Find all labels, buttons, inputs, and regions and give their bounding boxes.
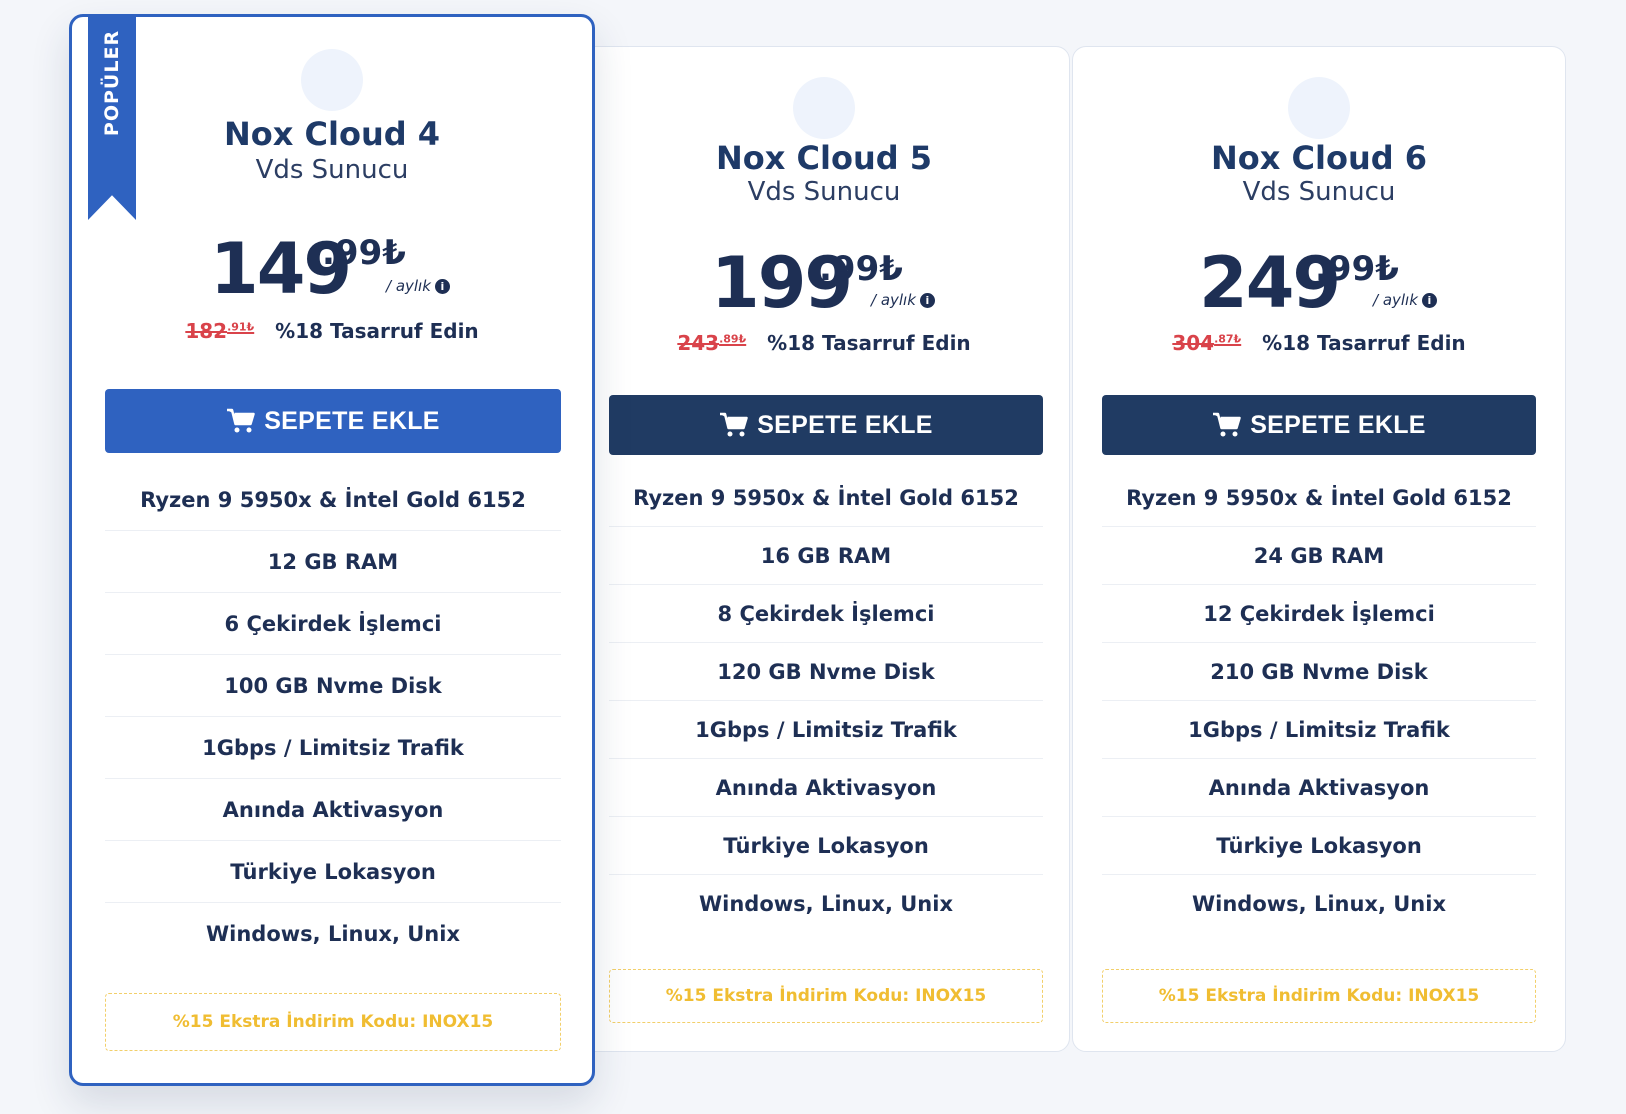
add-to-cart-label: SEPETE EKLE: [757, 410, 933, 439]
billing-period: / aylık i: [1373, 291, 1437, 309]
promo-code-box: %15 Ekstra İndirim Kodu: INOX15: [609, 969, 1043, 1023]
price-cents: .99₺: [819, 249, 903, 289]
billing-period: / aylık i: [386, 277, 450, 295]
info-icon[interactable]: i: [919, 292, 935, 308]
feature-item: 6 Çekirdek İşlemci: [105, 593, 561, 655]
feature-item: Türkiye Lokasyon: [1102, 817, 1536, 875]
feature-item: 24 GB RAM: [1102, 527, 1536, 585]
period-label: / aylık: [1373, 291, 1418, 309]
feature-list: Ryzen 9 5950x & İntel Gold 6152 24 GB RA…: [1102, 469, 1536, 933]
feature-item: Ryzen 9 5950x & İntel Gold 6152: [1102, 469, 1536, 527]
savings-text: %18 Tasarruf Edin: [275, 319, 479, 343]
feature-item: Anında Aktivasyon: [609, 759, 1043, 817]
plan-icon: [793, 77, 855, 139]
plan-name: Nox Cloud 5: [715, 139, 933, 177]
plan-name: Nox Cloud 4: [223, 115, 441, 153]
plan-card-nox-cloud-6: Nox Cloud 6 Vds Sunucu 249 .99₺ / aylık …: [1072, 46, 1566, 1052]
feature-item: Ryzen 9 5950x & İntel Gold 6152: [609, 469, 1043, 527]
period-label: / aylık: [386, 277, 431, 295]
promo-code-box: %15 Ekstra İndirim Kodu: INOX15: [1102, 969, 1536, 1023]
feature-item: 8 Çekirdek İşlemci: [609, 585, 1043, 643]
feature-item: 16 GB RAM: [609, 527, 1043, 585]
shopping-cart-icon: [720, 412, 748, 437]
price: 199 .99₺ / aylık i: [579, 243, 1069, 323]
feature-item: Ryzen 9 5950x & İntel Gold 6152: [105, 469, 561, 531]
plan-subtitle: Vds Sunucu: [255, 155, 409, 185]
feature-item: 12 GB RAM: [105, 531, 561, 593]
billing-period: / aylık i: [871, 291, 935, 309]
feature-list: Ryzen 9 5950x & İntel Gold 6152 12 GB RA…: [105, 469, 561, 965]
feature-item: 210 GB Nvme Disk: [1102, 643, 1536, 701]
feature-item: Anında Aktivasyon: [1102, 759, 1536, 817]
add-to-cart-label: SEPETE EKLE: [1250, 410, 1426, 439]
old-price: 304.87₺: [1172, 331, 1242, 355]
feature-item: Türkiye Lokasyon: [105, 841, 561, 903]
feature-item: Anında Aktivasyon: [105, 779, 561, 841]
plan-icon: [1288, 77, 1350, 139]
plan-subtitle: Vds Sunucu: [747, 177, 901, 207]
add-to-cart-button[interactable]: SEPETE EKLE: [1102, 395, 1536, 455]
feature-item: Türkiye Lokasyon: [609, 817, 1043, 875]
savings-line: 243.89₺ %18 Tasarruf Edin: [579, 331, 1069, 355]
feature-item: 12 Çekirdek İşlemci: [1102, 585, 1536, 643]
add-to-cart-label: SEPETE EKLE: [264, 406, 440, 435]
feature-item: Windows, Linux, Unix: [1191, 892, 1447, 916]
info-icon[interactable]: i: [434, 278, 450, 294]
promo-code-box: %15 Ekstra İndirim Kodu: INOX15: [105, 993, 561, 1051]
info-icon[interactable]: i: [1421, 292, 1437, 308]
savings-text: %18 Tasarruf Edin: [767, 331, 971, 355]
feature-item: 1Gbps / Limitsiz Trafik: [609, 701, 1043, 759]
feature-list: Ryzen 9 5950x & İntel Gold 6152 16 GB RA…: [609, 469, 1043, 933]
add-to-cart-button[interactable]: SEPETE EKLE: [609, 395, 1043, 455]
plan-icon: [301, 49, 363, 111]
shopping-cart-icon: [227, 408, 255, 433]
price-cents: .99₺: [1315, 249, 1399, 289]
period-label: / aylık: [871, 291, 916, 309]
feature-item: Windows, Linux, Unix: [205, 922, 461, 946]
savings-line: 304.87₺ %18 Tasarruf Edin: [1073, 331, 1565, 355]
price: 249 .99₺ / aylık i: [1073, 243, 1565, 323]
shopping-cart-icon: [1213, 412, 1241, 437]
feature-item: 100 GB Nvme Disk: [105, 655, 561, 717]
plan-subtitle: Vds Sunucu: [1242, 177, 1396, 207]
feature-item: 1Gbps / Limitsiz Trafik: [1102, 701, 1536, 759]
savings-text: %18 Tasarruf Edin: [1262, 331, 1466, 355]
pricing-section: Nox Cloud 5 Vds Sunucu 199 .99₺ / aylık …: [0, 0, 1626, 1114]
feature-item: Windows, Linux, Unix: [698, 892, 954, 916]
feature-item: 1Gbps / Limitsiz Trafik: [105, 717, 561, 779]
savings-line: 182.91₺ %18 Tasarruf Edin: [72, 319, 592, 343]
price: 149 .99₺ / aylık i: [72, 229, 592, 309]
plan-name: Nox Cloud 6: [1210, 139, 1428, 177]
add-to-cart-button[interactable]: SEPETE EKLE: [105, 389, 561, 453]
price-cents: .99₺: [322, 233, 406, 273]
feature-item: 120 GB Nvme Disk: [609, 643, 1043, 701]
old-price: 243.89₺: [677, 331, 747, 355]
plan-card-nox-cloud-5: Nox Cloud 5 Vds Sunucu 199 .99₺ / aylık …: [578, 46, 1070, 1052]
old-price: 182.91₺: [185, 319, 255, 343]
plan-card-nox-cloud-4: POPÜLER Nox Cloud 4 Vds Sunucu 149 .99₺ …: [69, 14, 595, 1086]
